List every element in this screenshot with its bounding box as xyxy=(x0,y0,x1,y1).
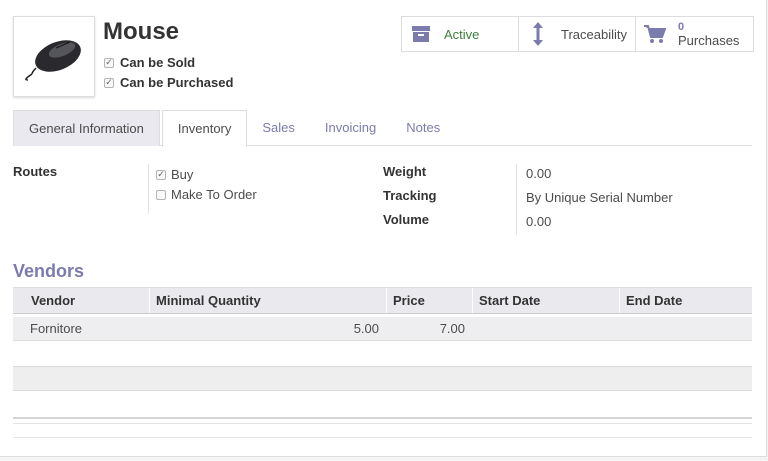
tab-invoicing[interactable]: Invoicing xyxy=(310,110,391,146)
table-footer xyxy=(13,417,752,424)
tracking-label: Tracking xyxy=(383,188,437,203)
column-end-date[interactable]: End Date xyxy=(619,288,752,313)
weight-value[interactable]: 0.00 xyxy=(526,166,551,181)
cell-end-date xyxy=(612,317,752,340)
checkbox-icon[interactable] xyxy=(156,189,166,200)
mouse-image xyxy=(25,39,81,81)
option-label: Can be Purchased xyxy=(120,75,234,90)
tab-inventory[interactable]: Inventory xyxy=(161,110,248,147)
product-name[interactable]: Mouse xyxy=(103,18,179,46)
vendors-table: Vendor Minimal Quantity Price Start Date… xyxy=(13,287,752,341)
column-vendor[interactable]: Vendor xyxy=(13,288,149,313)
route-label: Make To Order xyxy=(171,187,257,202)
notebook-tabs: General Information Inventory Sales Invo… xyxy=(13,110,752,147)
can-be-purchased-option[interactable]: ✓ Can be Purchased xyxy=(104,75,233,90)
tab-notes[interactable]: Notes xyxy=(391,110,455,146)
tracking-value[interactable]: By Unique Serial Number xyxy=(526,190,673,205)
cart-icon xyxy=(642,24,668,44)
divider xyxy=(516,164,517,235)
table-empty-row xyxy=(13,366,752,391)
archive-icon xyxy=(408,24,434,44)
checkbox-icon[interactable]: ✓ xyxy=(104,77,114,88)
cell-vendor: Fornitore xyxy=(30,321,83,336)
tab-sales[interactable]: Sales xyxy=(247,110,310,146)
divider xyxy=(13,437,752,438)
purchases-button[interactable]: 0 Purchases xyxy=(636,17,753,51)
cell-min-qty: 5.00 xyxy=(353,321,379,336)
traceability-button[interactable]: Traceability xyxy=(519,17,636,51)
purchases-count: 0 xyxy=(678,21,685,33)
smart-buttons: Active Traceability 0 Purchases xyxy=(401,16,754,52)
column-price[interactable]: Price xyxy=(386,288,472,313)
tab-general-information[interactable]: General Information xyxy=(13,110,160,146)
divider xyxy=(148,164,149,214)
cell-price: 7.00 xyxy=(439,321,465,336)
checkbox-icon[interactable]: ✓ xyxy=(156,169,166,180)
form-sheet: Mouse ✓ Can be Sold ✓ Can be Purchased A… xyxy=(0,0,767,457)
column-minimal-quantity[interactable]: Minimal Quantity xyxy=(149,288,386,313)
table-header: Vendor Minimal Quantity Price Start Date… xyxy=(13,287,752,314)
column-start-date[interactable]: Start Date xyxy=(472,288,619,313)
weight-label: Weight xyxy=(383,164,427,179)
route-make-to-order[interactable]: Make To Order xyxy=(156,187,257,202)
up-down-arrow-icon xyxy=(525,22,551,46)
cell-start-date xyxy=(465,317,612,340)
route-buy[interactable]: ✓ Buy xyxy=(156,167,193,182)
table-spacer xyxy=(13,338,752,340)
can-be-sold-option[interactable]: ✓ Can be Sold xyxy=(104,55,195,70)
volume-label: Volume xyxy=(383,212,429,227)
volume-value[interactable]: 0.00 xyxy=(526,214,551,229)
vendors-section-title: Vendors xyxy=(13,261,85,281)
traceability-label: Traceability xyxy=(561,26,627,42)
purchases-label: Purchases xyxy=(678,33,740,48)
active-button[interactable]: Active xyxy=(402,17,519,51)
option-label: Can be Sold xyxy=(120,55,196,70)
active-label: Active xyxy=(444,26,480,42)
product-image[interactable] xyxy=(13,16,95,97)
checkbox-icon[interactable]: ✓ xyxy=(104,57,114,68)
route-label: Buy xyxy=(171,167,194,182)
routes-label: Routes xyxy=(13,164,58,179)
